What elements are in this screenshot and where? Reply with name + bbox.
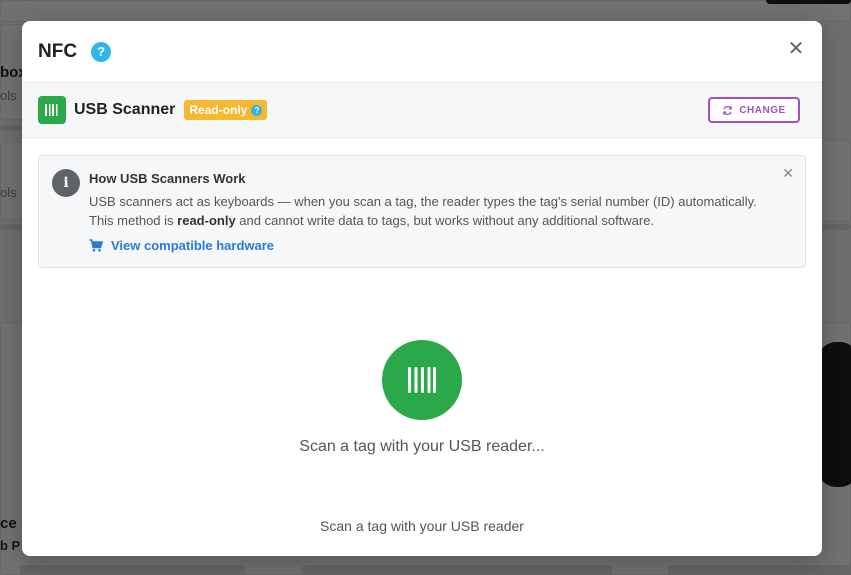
scanner-status-icon: [382, 340, 462, 420]
info-alert: i How USB Scanners Work USB scanners act…: [38, 155, 806, 268]
refresh-icon: [723, 105, 733, 115]
nfc-modal: NFC ? ✕ USB Scanner Read-only ? CHANGE i…: [22, 21, 822, 556]
readonly-badge-label: Read-only: [189, 103, 248, 117]
close-icon[interactable]: ✕: [786, 39, 806, 59]
readonly-badge: Read-only ?: [184, 100, 268, 120]
barcode-icon: [408, 367, 436, 393]
info-line-1: USB scanners act as keyboards — when you…: [89, 194, 757, 209]
scan-hint: Scan a tag with your USB reader: [320, 518, 524, 534]
question-circle-icon[interactable]: ?: [91, 41, 112, 62]
scan-prompt: Scan a tag with your USB reader...: [299, 438, 545, 455]
info-line-2: This method is read-only and cannot writ…: [89, 211, 779, 230]
info-close-icon[interactable]: ✕: [782, 165, 794, 182]
info-line-2-bold: read-only: [177, 213, 236, 228]
change-button-label: CHANGE: [739, 104, 786, 116]
method-name: USB Scanner: [74, 101, 176, 118]
change-button[interactable]: CHANGE: [708, 97, 800, 123]
method-bar: USB Scanner Read-only ? CHANGE: [22, 83, 822, 138]
modal-header: NFC ? ✕: [22, 21, 822, 83]
view-hardware-link-label: View compatible hardware: [111, 238, 275, 253]
barcode-icon: [38, 96, 66, 124]
view-hardware-link[interactable]: View compatible hardware: [89, 238, 274, 253]
info-icon[interactable]: ?: [251, 104, 263, 116]
info-line-2-post: and cannot write data to tags, but works…: [235, 213, 655, 228]
info-line-2-pre: This method is: [89, 213, 178, 228]
cart-icon: [89, 239, 103, 252]
info-circle-icon: i: [52, 169, 80, 197]
info-description: USB scanners act as keyboards — when you…: [89, 192, 779, 230]
modal-title: NFC: [38, 40, 78, 62]
info-title: How USB Scanners Work: [89, 171, 246, 186]
